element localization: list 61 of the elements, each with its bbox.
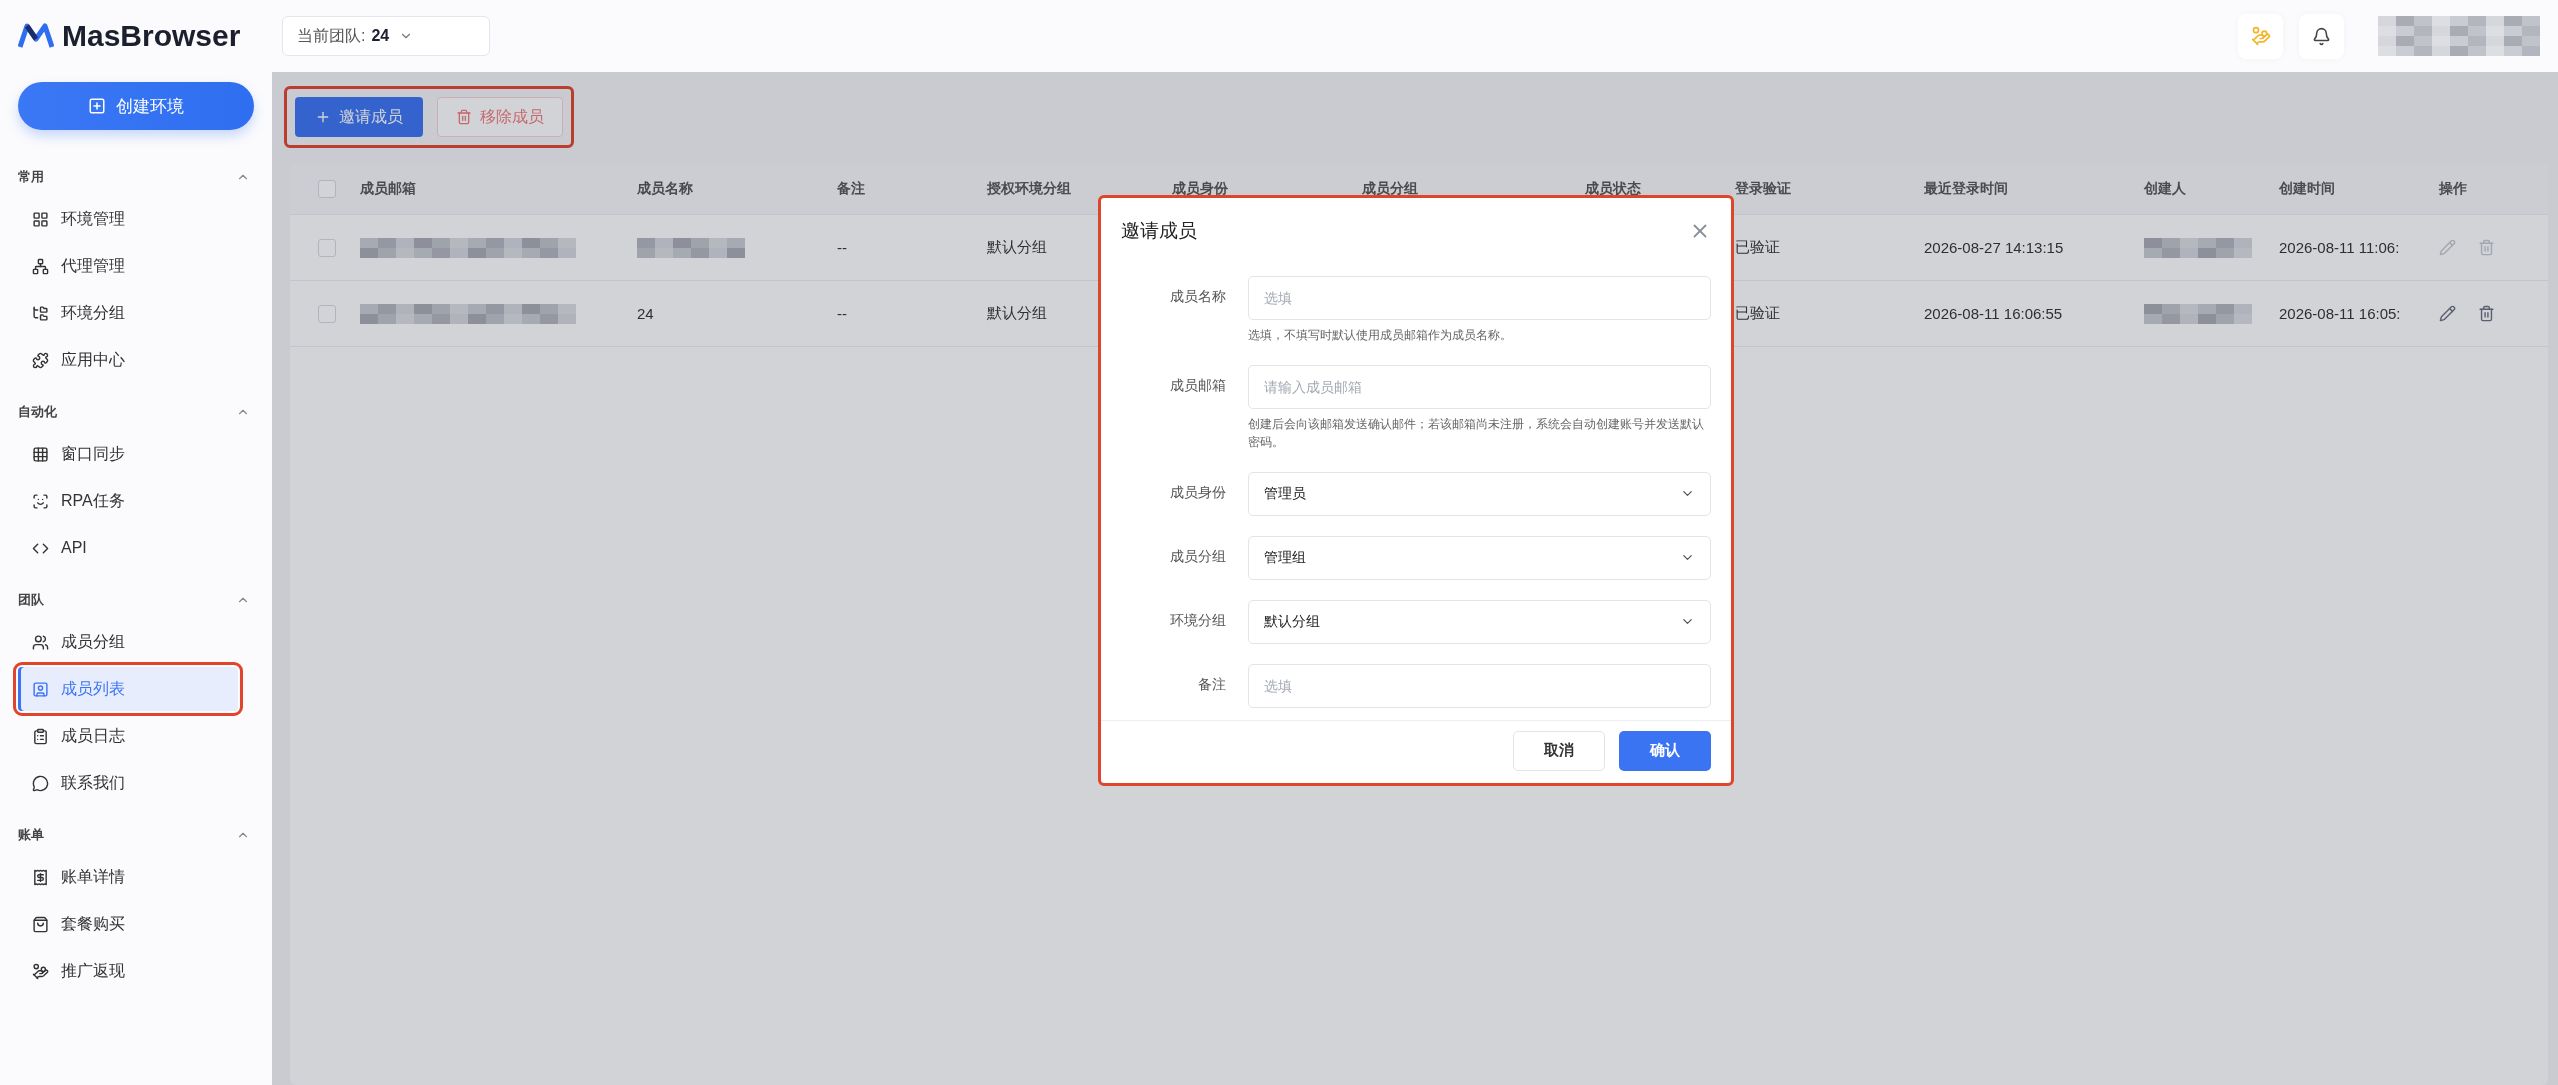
select-field[interactable]: 管理组 [1248,535,1711,580]
column-header: 登录验证 [1734,180,1792,198]
confirm-button[interactable]: 确认 [1619,730,1711,771]
table-cell-text: 2026-08-11 11:06: [2278,239,2401,256]
input-field[interactable]: 选填 [1248,663,1711,708]
column-header: 最近登录时间 [1923,180,2009,198]
nav-item[interactable]: 环境管理 [18,197,238,241]
nav-item[interactable]: 成员分组 [18,620,238,664]
cancel-button[interactable]: 取消 [1513,730,1605,771]
dialog-title: 邀请成员 [1121,219,1197,243]
team-select[interactable]: 当前团队: 24 [282,16,490,56]
select-field[interactable]: 管理员 [1248,471,1711,516]
column-header: 授权环境分组 [986,180,1072,198]
field-hint: 选填，不填写时默认使用成员邮箱作为成员名称。 [1248,327,1513,344]
table-cell-text: 2026-08-11 16:05: [2278,305,2402,322]
column-header: 创建人 [2143,180,2187,198]
column-header: 成员分组 [1361,180,1419,198]
select-field[interactable]: 默认分组 [1248,599,1711,644]
column-header: 操作 [2438,180,2468,198]
column-header: 成员状态 [1584,180,1642,198]
section-title: 常用 [18,168,44,186]
table-cell-text: 2026-08-11 16:06:55 [1923,305,2064,322]
field-label: 成员邮箱 [1169,375,1226,395]
table-cell-text: 24 [636,305,655,322]
nav-item[interactable]: 套餐购买 [18,902,238,946]
table-cell-text: 2026-08-27 14:13:15 [1923,239,2065,256]
table-cell-text: -- [836,305,848,322]
nav-item[interactable]: 应用中心 [18,338,238,382]
field-hint: 创建后会向该邮箱发送确认邮件；若该邮箱尚未注册，系统会自动创建账号并发送默认密码。 [1248,415,1705,452]
field-label: 备注 [1197,674,1226,694]
nav-item[interactable]: 窗口同步 [18,432,238,476]
input-field[interactable]: 请输入成员邮箱 [1248,364,1711,409]
section-title: 账单 [18,826,44,844]
field-label: 成员身份 [1169,482,1226,502]
nav-item[interactable]: 代理管理 [18,244,238,288]
nav-item[interactable]: API [18,526,238,570]
column-header: 成员身份 [1171,180,1229,198]
nav-item[interactable]: 联系我们 [18,761,238,805]
invite-button[interactable]: 邀请成员 [295,97,423,137]
logo-text: MasBrowser [62,19,241,53]
table-cell-text: -- [836,239,848,256]
table-cell-text: 默认分组 [986,238,1048,257]
column-header: 创建时间 [2278,180,2336,198]
nav-item[interactable]: 账单详情 [18,855,238,899]
column-header: 备注 [836,180,866,198]
field-label: 成员分组 [1169,546,1226,566]
field-label: 成员名称 [1169,287,1226,306]
table-cell-text: 默认分组 [986,304,1048,323]
column-header: 成员邮箱 [359,180,417,198]
table-cell-text: 已验证 [1734,238,1781,257]
nav-item[interactable]: 推广返现 [18,949,238,993]
nav-item[interactable]: 成员日志 [18,714,238,758]
table-cell-text: 已验证 [1734,304,1781,323]
section-title: 团队 [18,591,44,609]
column-header: 成员名称 [636,180,694,198]
field-label: 环境分组 [1169,610,1226,630]
section-title: 自动化 [18,403,57,421]
input-field[interactable]: 选填 [1248,276,1711,320]
create-environment-button[interactable]: 创建环境 [18,82,254,130]
nav-item[interactable]: RPA任务 [18,479,238,523]
nav-item[interactable]: 环境分组 [18,291,238,335]
